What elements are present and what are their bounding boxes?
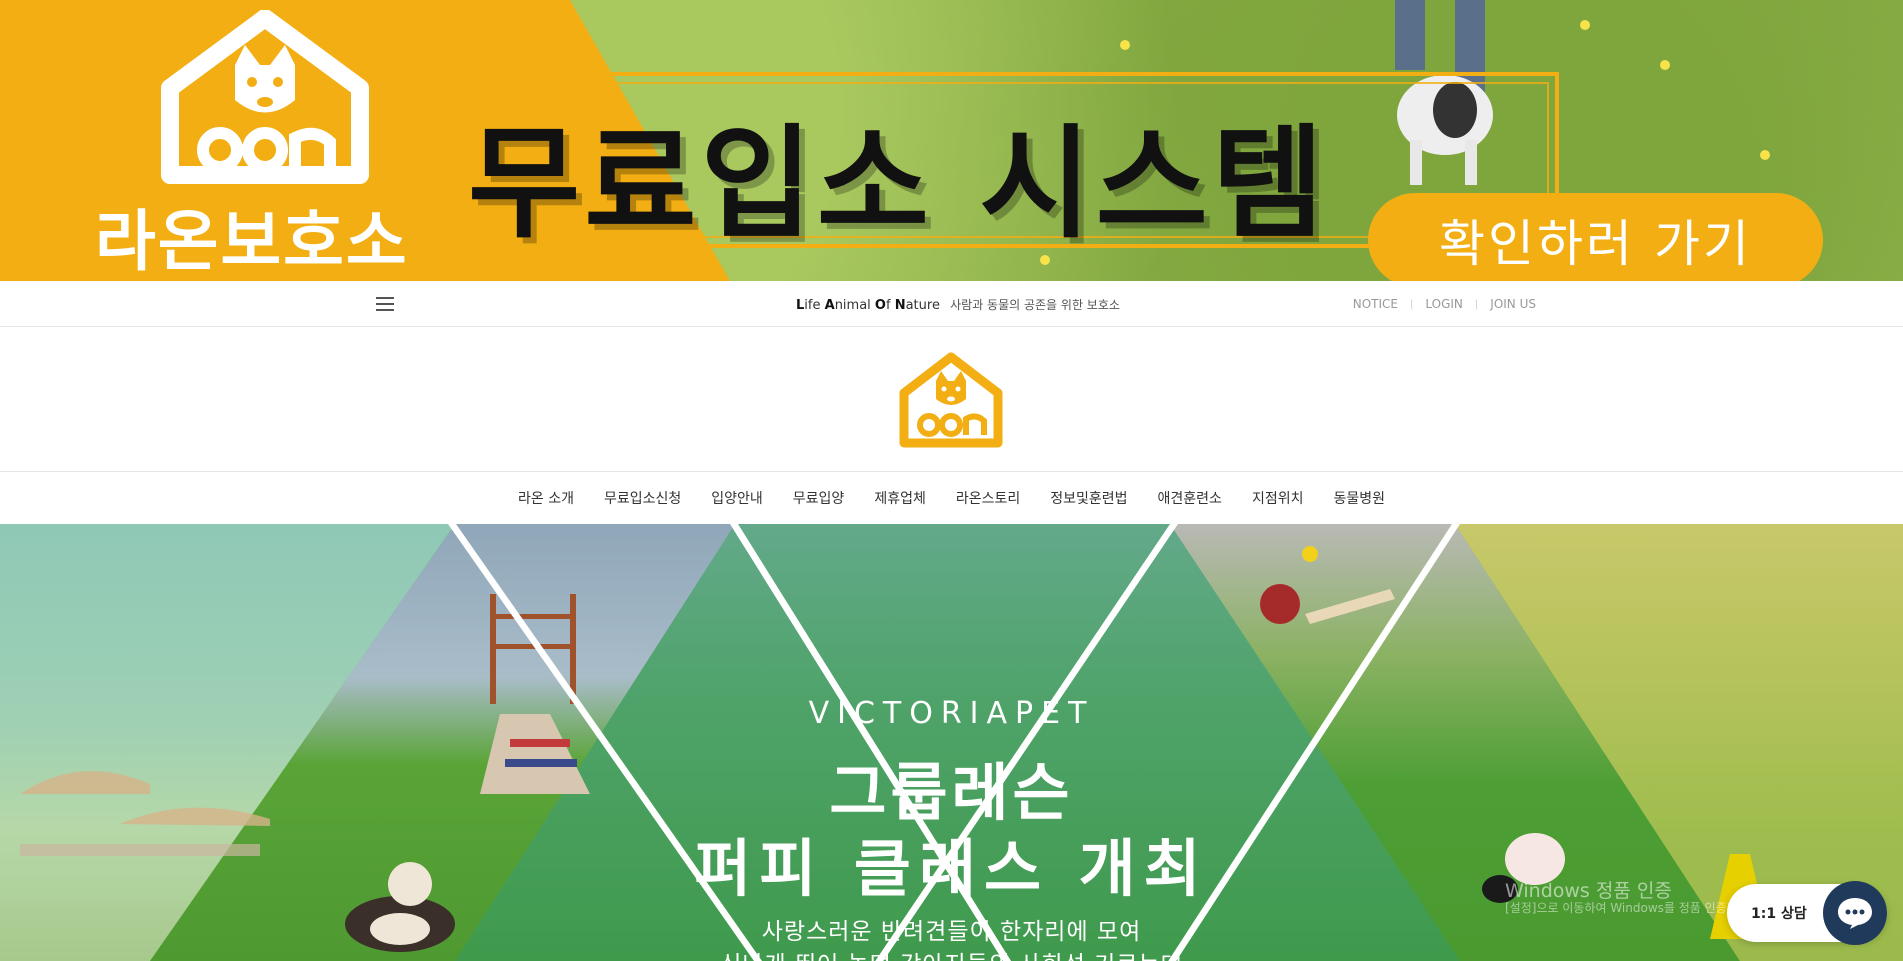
chat-button[interactable] bbox=[1823, 881, 1887, 945]
dog-house-logo-icon bbox=[161, 10, 369, 184]
flower-decoration bbox=[1760, 150, 1770, 160]
nav-item-info-training[interactable]: 정보및훈련법 bbox=[1050, 488, 1127, 508]
hero-subtitle-line1: 사랑스러운 반려견들이 한자리에 모여 bbox=[761, 919, 1142, 945]
hamburger-line bbox=[376, 303, 394, 305]
logo-area bbox=[0, 327, 1903, 472]
nav-item-free-adoption[interactable]: 무료입양 bbox=[793, 488, 845, 508]
nav-item-branch-location[interactable]: 지점위치 bbox=[1252, 488, 1304, 508]
windows-activation-text: [설정]으로 이동하여 Windows를 정품 인증합니다. bbox=[1505, 901, 1764, 915]
separator: | bbox=[1410, 298, 1414, 310]
dog-house-logo-icon[interactable] bbox=[896, 351, 1006, 449]
site-tagline: Life Animal Of Nature 사람과 동물의 공존을 위한 보호소 bbox=[796, 296, 1120, 313]
flower-decoration bbox=[1120, 40, 1130, 50]
banner-shelter-name: 라온보호소 bbox=[95, 203, 409, 280]
hamburger-icon[interactable] bbox=[373, 294, 397, 314]
join-link[interactable]: JOIN US bbox=[1490, 297, 1536, 311]
tagline-korean: 사람과 동물의 공존을 위한 보호소 bbox=[950, 298, 1120, 312]
nav-item-animal-hospital[interactable]: 동물병원 bbox=[1333, 488, 1385, 508]
flower-decoration bbox=[1580, 20, 1590, 30]
chat-label: 1:1 상담 bbox=[1751, 906, 1807, 922]
tagline-word: nimal bbox=[834, 298, 875, 313]
utility-links: NOTICE | LOGIN | JOIN US bbox=[1353, 297, 1536, 311]
promo-banner[interactable]: 라온보호소 무료입소 시스템 확인하러 가기 bbox=[0, 0, 1903, 281]
flower-decoration bbox=[1660, 60, 1670, 70]
banner-cta-button[interactable]: 확인하러 가기 bbox=[1368, 193, 1823, 281]
tagline-word: ature bbox=[905, 298, 940, 313]
top-utility-bar: Life Animal Of Nature 사람과 동물의 공존을 위한 보호소… bbox=[0, 281, 1903, 327]
hero-subtitle-line2: 신나게 뛰어 놀며 강아지들의 사회성 기르는데 bbox=[0, 945, 1903, 961]
nav-item-dog-training-center[interactable]: 애견훈련소 bbox=[1158, 488, 1222, 508]
hamburger-line bbox=[376, 309, 394, 311]
tagline-initial-o: O bbox=[874, 298, 886, 313]
nav-item-partners[interactable]: 제휴업체 bbox=[874, 488, 926, 508]
login-link[interactable]: LOGIN bbox=[1425, 297, 1463, 311]
hamburger-line bbox=[376, 297, 394, 299]
nav-item-free-admission-apply[interactable]: 무료입소신청 bbox=[604, 488, 681, 508]
nav-item-raon-story[interactable]: 라온스토리 bbox=[956, 488, 1020, 508]
chat-bubble-icon bbox=[1838, 898, 1872, 929]
hero-brand: VICTORIAPET bbox=[808, 696, 1095, 731]
chat-consult-widget[interactable]: 1:1 상담 bbox=[1727, 881, 1887, 945]
separator: | bbox=[1474, 298, 1479, 310]
tagline-word: f bbox=[885, 298, 895, 313]
banner-headline: 무료입소 시스템 bbox=[468, 113, 1329, 255]
tagline-initial-a: A bbox=[824, 298, 835, 313]
notice-link[interactable]: NOTICE bbox=[1353, 297, 1398, 311]
nav-item-about[interactable]: 라온 소개 bbox=[518, 488, 574, 508]
tagline-word: ife bbox=[804, 298, 825, 313]
tagline-initial-n: N bbox=[894, 298, 906, 313]
main-navigation: 라온 소개 무료입소신청 입양안내 무료입양 제휴업체 라온스토리 정보및훈련법… bbox=[0, 472, 1903, 524]
nav-item-adoption-guide[interactable]: 입양안내 bbox=[711, 488, 763, 508]
